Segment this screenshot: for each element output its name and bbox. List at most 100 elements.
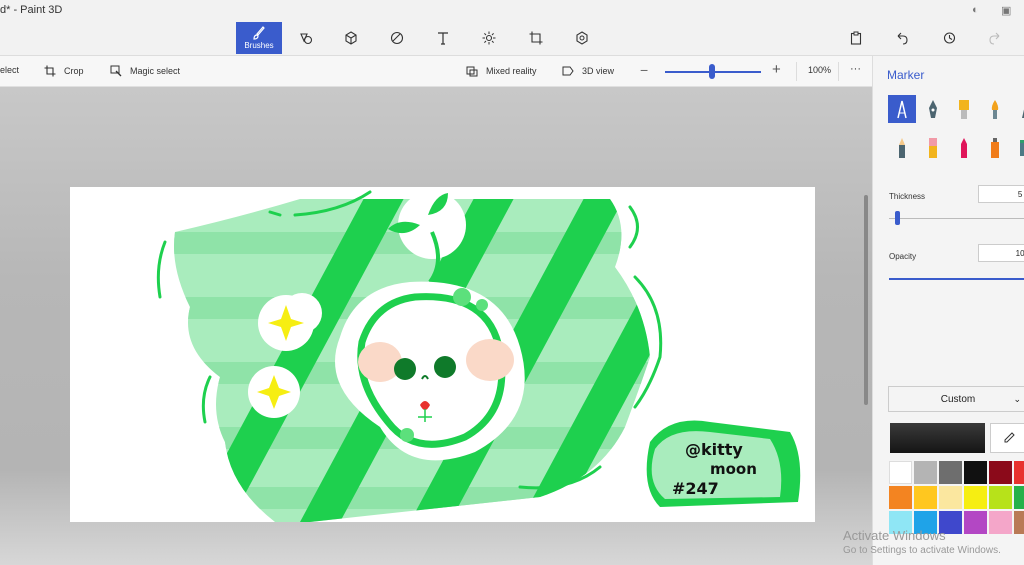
watermark-title: Activate Windows — [843, 528, 946, 543]
3d-view-label: 3D view — [582, 66, 615, 76]
pencil-brush[interactable] — [888, 134, 916, 162]
palette-swatch[interactable] — [939, 486, 962, 509]
crop-icon — [44, 65, 56, 77]
minimize-icon[interactable]: ◐ — [972, 4, 979, 16]
palette-swatch[interactable] — [889, 461, 912, 484]
redo-button[interactable] — [972, 22, 1018, 54]
magic-select-button[interactable]: Magic select — [110, 65, 180, 77]
history-icon — [943, 32, 956, 44]
zoom-in-button[interactable]: + — [772, 61, 781, 78]
watercolor-brush[interactable] — [981, 95, 1009, 123]
opacity-slider[interactable] — [889, 278, 1024, 280]
title-bar: d* - Paint 3D ◐ ▣ — [0, 0, 1024, 22]
marker-icon — [897, 100, 907, 119]
effects-tab[interactable] — [466, 22, 512, 54]
signature-badge: @kitty moon #247 — [646, 420, 801, 507]
restore-icon[interactable]: ▣ — [1001, 4, 1011, 17]
watermark-subtitle: Go to Settings to activate Windows. — [843, 545, 1001, 556]
spray-can-icon — [991, 138, 999, 158]
select-label: elect — [0, 65, 20, 75]
text-tab[interactable] — [420, 22, 466, 54]
thickness-slider[interactable] — [889, 218, 1024, 219]
zoom-value[interactable]: 100% — [808, 65, 831, 75]
eraser-brush[interactable] — [919, 134, 947, 162]
palette-swatch[interactable] — [1014, 461, 1024, 484]
panel-title: Marker — [887, 68, 925, 82]
3d-shapes-tab[interactable] — [328, 22, 374, 54]
mixed-reality-icon — [466, 66, 478, 77]
calligraphy-pen-icon — [929, 100, 937, 118]
crayon-brush[interactable] — [950, 134, 978, 162]
stickers-tab[interactable] — [374, 22, 420, 54]
pixel-pen-brush[interactable] — [1012, 95, 1024, 123]
redo-icon — [989, 32, 1000, 45]
pixel-pen-icon — [1022, 109, 1024, 118]
watercolor-icon — [991, 100, 999, 119]
zoom-slider-thumb[interactable] — [709, 64, 715, 79]
paste-button[interactable] — [833, 22, 879, 54]
3d-library-tab[interactable] — [559, 22, 605, 54]
eyedropper-icon — [1004, 432, 1015, 443]
custom-color-button[interactable]: Custom ⌄ — [888, 386, 1024, 412]
palette-swatch[interactable] — [989, 461, 1012, 484]
divider — [838, 62, 839, 81]
drawing-canvas[interactable]: @kitty moon #247 — [70, 187, 815, 522]
palette-swatch[interactable] — [914, 486, 937, 509]
eyedropper-button[interactable] — [990, 423, 1024, 453]
palette-swatch[interactable] — [914, 461, 937, 484]
cube-icon — [345, 31, 357, 45]
magic-select-icon — [110, 65, 122, 77]
oil-brush[interactable] — [950, 95, 978, 123]
3d-view-button[interactable]: 3D view — [562, 65, 614, 77]
crop-button[interactable]: Crop — [44, 65, 84, 77]
pencil-icon — [899, 138, 905, 158]
more-button[interactable]: ··· — [850, 63, 861, 75]
eraser-icon — [929, 138, 937, 158]
more-icon: ··· — [850, 63, 861, 75]
palette-swatch[interactable] — [964, 461, 987, 484]
brushes-label: Brushes — [244, 41, 274, 50]
opacity-input[interactable]: 100 — [978, 244, 1024, 262]
palette-swatch[interactable] — [889, 486, 912, 509]
selection-bar: elect Crop Magic select Mixed reality 3D… — [0, 56, 872, 87]
brush-panel: Marker Thickness 5 p Opacity 100 Custom … — [872, 56, 1024, 565]
vertical-scrollbar[interactable] — [864, 195, 868, 405]
calligraphy-pen-brush[interactable] — [919, 95, 947, 123]
magic-select-label: Magic select — [130, 66, 181, 76]
palette-swatch[interactable] — [1014, 486, 1024, 509]
thickness-slider-thumb[interactable] — [895, 211, 900, 225]
history-button[interactable] — [926, 22, 972, 54]
divider — [796, 62, 797, 81]
signature-line-3: #247 — [672, 479, 719, 498]
brushes-tab[interactable]: Brushes — [236, 22, 282, 54]
3d-view-icon — [562, 66, 574, 76]
activation-watermark: Activate Windows Go to Settings to activ… — [843, 528, 1001, 558]
chevron-down-icon: ⌄ — [1013, 393, 1021, 404]
fill-brush[interactable] — [1012, 134, 1024, 162]
workspace: @kitty moon #247 — [0, 87, 872, 565]
window-title: d* - Paint 3D — [0, 4, 63, 16]
zoom-out-button[interactable]: − — [640, 62, 648, 78]
sticker-icon — [390, 31, 404, 45]
zoom-value-label: 100% — [808, 65, 832, 75]
marker-brush[interactable] — [888, 95, 916, 123]
spray-can-brush[interactable] — [981, 134, 1009, 162]
undo-button[interactable] — [879, 22, 925, 54]
select-button[interactable]: elect — [0, 65, 19, 75]
fill-bucket-icon — [1020, 140, 1024, 156]
mixed-reality-button[interactable]: Mixed reality — [466, 65, 537, 77]
palette-swatch[interactable] — [1014, 511, 1024, 534]
2d-shapes-tab[interactable] — [283, 22, 329, 54]
mixed-reality-label: Mixed reality — [486, 66, 537, 76]
clipboard-icon — [850, 31, 862, 45]
oil-brush-icon — [959, 100, 969, 119]
current-color-swatch[interactable] — [890, 423, 985, 453]
undo-icon — [897, 32, 908, 45]
palette-swatch[interactable] — [939, 461, 962, 484]
crop-label: Crop — [64, 66, 84, 76]
canvas-tab[interactable] — [513, 22, 559, 54]
thickness-input[interactable]: 5 p — [978, 185, 1024, 203]
brush-icon — [253, 26, 265, 40]
palette-swatch[interactable] — [964, 486, 987, 509]
palette-swatch[interactable] — [989, 486, 1012, 509]
